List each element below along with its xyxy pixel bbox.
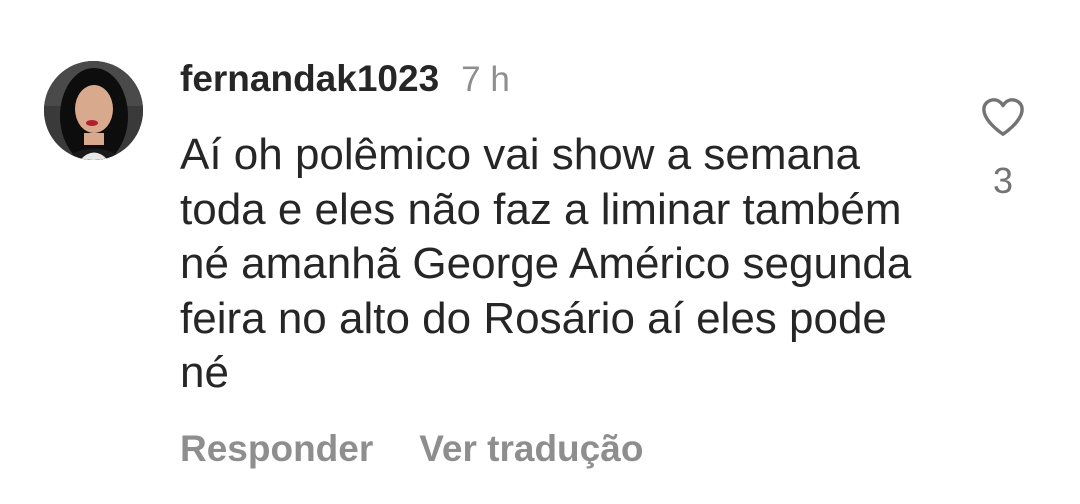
reply-button[interactable]: Responder [180,428,373,470]
heart-outline-icon[interactable] [980,96,1026,138]
like-control: 3 [978,96,1028,202]
like-count: 3 [992,160,1014,201]
comment-header: fernandak1023 7 h [180,58,510,106]
comment-item: fernandak1023 7 h Aí oh polêmico vai sho… [0,0,1080,504]
timestamp: 7 h [461,60,510,99]
comment-text: Aí oh polêmico vai show a semana toda e … [180,130,912,397]
avatar[interactable] [44,61,143,160]
username[interactable]: fernandak1023 [180,58,439,100]
translate-button[interactable]: Ver tradução [419,428,643,470]
avatar-image [44,61,143,160]
comment-actions: Responder Ver tradução [180,428,643,470]
